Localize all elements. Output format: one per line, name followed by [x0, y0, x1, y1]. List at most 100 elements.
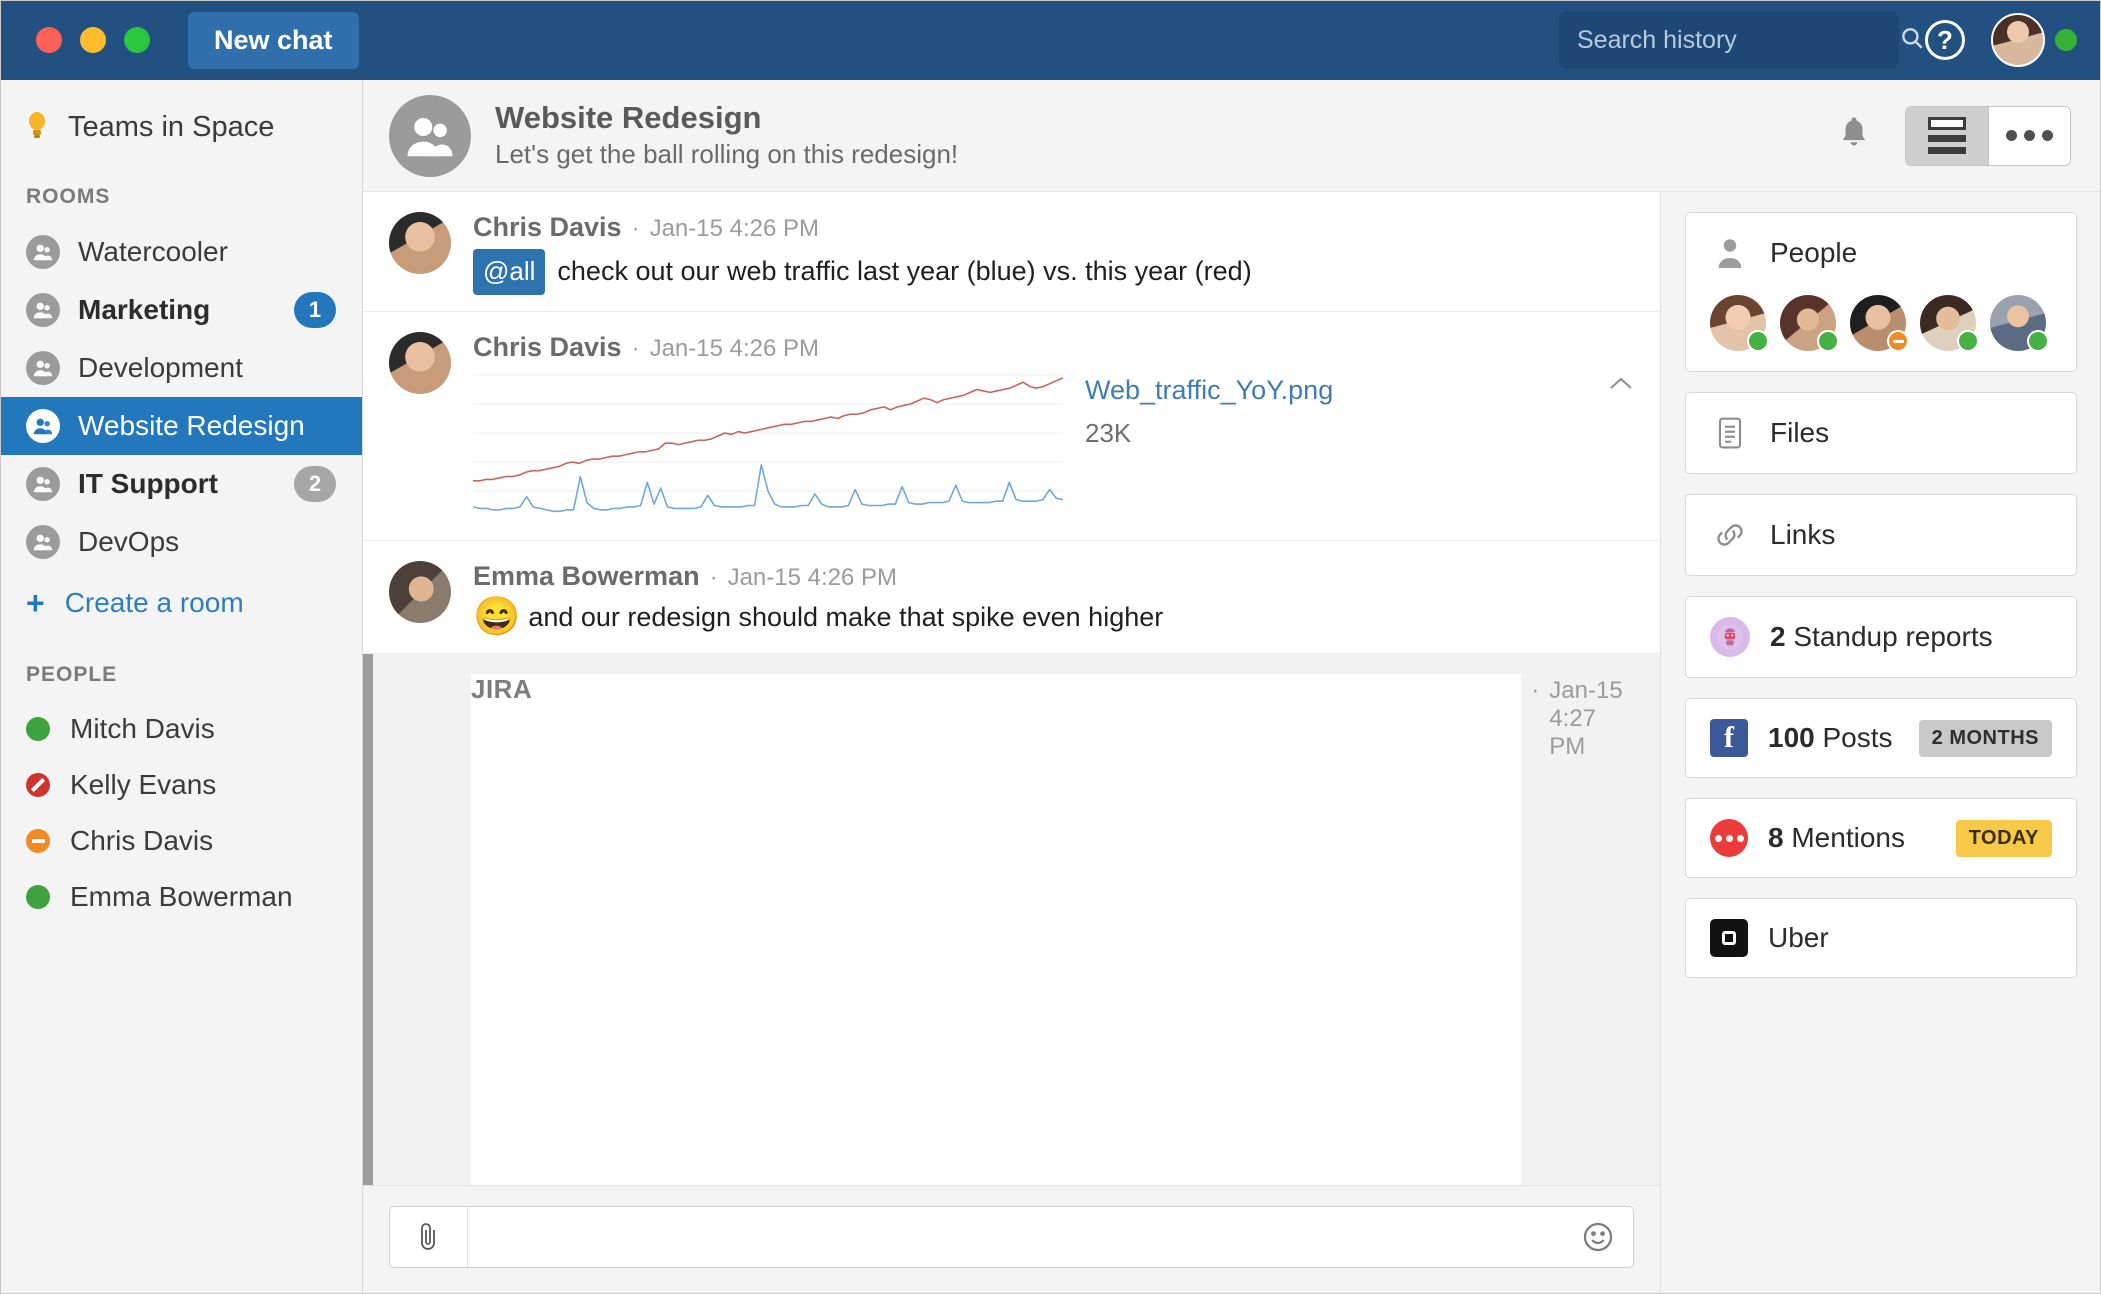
more-options-icon[interactable]	[1988, 106, 2070, 165]
app-body: Teams in Space ROOMS Watercooler Marketi…	[0, 80, 2101, 1294]
message-scroll-area[interactable]: Chris Davis · Jan-15 4:26 PM @all check …	[363, 192, 1660, 1185]
card-header: Uber	[1710, 919, 2052, 957]
status-dot-online	[26, 885, 50, 909]
avatar[interactable]	[1710, 295, 1769, 352]
smiley-icon[interactable]	[1563, 1220, 1633, 1254]
paperclip-icon[interactable]	[390, 1207, 468, 1267]
composer-box[interactable]	[389, 1206, 1634, 1268]
people-avatars	[1710, 295, 2052, 352]
chevron-up-icon[interactable]	[1588, 369, 1634, 400]
message-list: Chris Davis · Jan-15 4:26 PM @all check …	[363, 192, 1660, 1294]
standup-label: Standup reports	[1793, 621, 1993, 652]
mention-all-badge[interactable]: @all	[473, 249, 546, 295]
message-author: Chris Davis	[473, 212, 622, 242]
status-dot-online	[2027, 330, 2049, 352]
help-icon[interactable]: ?	[1925, 20, 1965, 60]
mentions-period-badge: TODAY	[1955, 819, 2052, 857]
mentions-card[interactable]: 8 Mentions TODAY	[1685, 798, 2077, 878]
message-input[interactable]	[468, 1221, 1563, 1253]
avatar[interactable]	[1991, 13, 2045, 67]
facebook-icon: f	[1710, 719, 1748, 757]
attachment-filename[interactable]: Web_traffic_YoY.png	[1085, 373, 1566, 408]
files-card[interactable]: Files	[1685, 392, 2077, 474]
people-section-label: PEOPLE	[26, 663, 118, 686]
current-user-group[interactable]	[1991, 13, 2077, 67]
card-header: f 100 Posts 2 MONTHS	[1710, 719, 2052, 757]
avatar[interactable]	[1850, 295, 1909, 352]
message-timestamp: Jan-15 4:27 PM	[1549, 676, 1623, 760]
lightbulb-icon	[26, 110, 48, 145]
attachment-filesize: 23K	[1085, 417, 1132, 448]
sidebar-room-label: DevOps	[78, 526, 180, 557]
chat-header-actions	[1837, 105, 2071, 166]
team-header[interactable]: Teams in Space	[0, 96, 362, 175]
new-chat-button[interactable]: New chat	[188, 11, 359, 69]
sidebar-room-label: IT Support	[78, 468, 218, 499]
avatar[interactable]	[1990, 295, 2049, 352]
sidebar-room-label: Website Redesign	[78, 410, 305, 441]
titlebar-right-group: ?	[1559, 11, 2077, 69]
uber-card[interactable]: Uber	[1685, 898, 2077, 978]
minimize-window-icon[interactable]	[80, 27, 106, 53]
message-text: and our redesign should make that spike …	[528, 601, 1164, 632]
rooms-section-label: ROOMS	[26, 185, 111, 208]
avatar[interactable]	[389, 331, 451, 394]
bell-icon[interactable]	[1837, 114, 1871, 157]
sidebar-item-devops[interactable]: DevOps	[0, 513, 362, 571]
room-avatar	[389, 94, 471, 177]
card-title: Files	[1770, 417, 1830, 448]
message-composer	[363, 1185, 1660, 1294]
uber-icon	[1710, 919, 1748, 957]
avatar[interactable]	[1920, 295, 1979, 352]
message-item: Chris Davis · Jan-15 4:26 PM @all check …	[363, 192, 1660, 312]
avatar[interactable]	[1780, 295, 1839, 352]
separator: ·	[631, 334, 640, 362]
sidebar-person-mitch-davis[interactable]: Mitch Davis	[0, 701, 362, 757]
facebook-posts-card[interactable]: f 100 Posts 2 MONTHS	[1685, 698, 2077, 778]
separator: ·	[1531, 676, 1540, 704]
search-history-box[interactable]	[1559, 11, 1923, 69]
chat-header: Website Redesign Let's get the ball roll…	[363, 80, 2101, 192]
list-view-icon[interactable]	[1906, 106, 1988, 165]
avatar[interactable]	[389, 560, 451, 623]
close-window-icon[interactable]	[36, 27, 62, 53]
message-content: Emma Bowerman · Jan-15 4:26 PM 😄 and our…	[473, 561, 1634, 637]
search-icon[interactable]	[1899, 25, 1925, 56]
room-icon	[26, 525, 60, 559]
person-name: Chris Davis	[70, 825, 214, 856]
people-card[interactable]: People	[1685, 212, 2077, 372]
avatar[interactable]	[389, 212, 451, 274]
standup-reports-card[interactable]: 2 Standup reports	[1685, 596, 2077, 678]
chat-application-window: New chat ? Tea	[0, 0, 2101, 1294]
maximize-window-icon[interactable]	[124, 27, 150, 53]
sidebar-person-emma-bowerman[interactable]: Emma Bowerman	[0, 869, 362, 925]
sidebar-item-it-support[interactable]: IT Support 2	[0, 455, 362, 513]
room-topic: Let's get the ball rolling on this redes…	[495, 139, 959, 170]
standup-count: 2	[1770, 621, 1786, 652]
web-traffic-chart[interactable]	[473, 369, 1063, 524]
links-card[interactable]: Links	[1685, 494, 2077, 576]
plus-icon: +	[26, 585, 45, 621]
user-status-dot	[2055, 29, 2077, 51]
posts-count: 100	[1768, 722, 1815, 753]
separator: ·	[631, 215, 640, 242]
room-icon	[26, 351, 60, 385]
message-author: Chris Davis	[473, 331, 622, 362]
search-input[interactable]	[1577, 25, 1899, 55]
sidebar-item-marketing[interactable]: Marketing 1	[0, 281, 362, 339]
card-title: People	[1770, 237, 1858, 268]
card-header: Links	[1710, 515, 2052, 555]
mentions-label: Mentions	[1791, 822, 1905, 853]
status-dot-online	[1817, 330, 1839, 352]
room-title-group: Website Redesign Let's get the ball roll…	[495, 99, 958, 173]
card-header: 2 Standup reports	[1710, 617, 2052, 657]
message-content: JIRA · Jan-15 4:27 PM Chris Davis	[393, 673, 1634, 1185]
sidebar-person-chris-davis[interactable]: Chris Davis	[0, 813, 362, 869]
sidebar-item-website-redesign[interactable]: Website Redesign	[0, 397, 362, 455]
sidebar-item-development[interactable]: Development	[0, 339, 362, 397]
message-timestamp: Jan-15 4:26 PM	[649, 334, 820, 362]
sidebar-item-watercooler[interactable]: Watercooler	[0, 223, 362, 281]
team-name: Teams in Space	[68, 111, 275, 143]
sidebar-person-kelly-evans[interactable]: Kelly Evans	[0, 757, 362, 813]
create-room-button[interactable]: + Create a room	[0, 571, 362, 635]
